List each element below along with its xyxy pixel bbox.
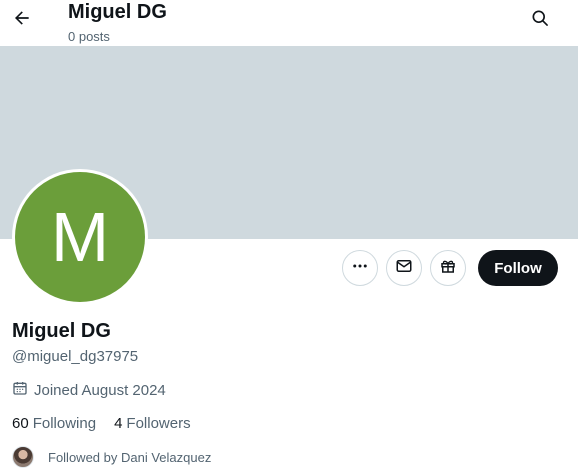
gift-button[interactable] [430,250,466,286]
mail-icon [395,257,413,280]
search-icon [530,8,550,33]
profile-handle: @miguel_dg37975 [12,348,139,365]
following-link[interactable]: 60 Following [12,415,96,432]
joined-date: Joined August 2024 [12,380,166,400]
arrow-left-icon [12,8,32,33]
followers-count: 4 [114,415,123,432]
joined-text: Joined August 2024 [34,381,166,399]
follow-button[interactable]: Follow [478,250,558,286]
profile-name: Miguel DG [12,320,111,342]
profile-header: Miguel DG 0 posts [0,0,578,46]
header-title-block: Miguel DG 0 posts [68,0,167,46]
search-button[interactable] [524,4,556,36]
post-count: 0 posts [68,29,110,44]
followed-by-link[interactable]: Followed by Dani Velazquez [12,446,211,468]
profile-actions: Follow [342,250,558,286]
following-count: 60 [12,415,29,432]
calendar-icon [12,380,28,400]
avatar[interactable]: M [12,169,148,305]
profile-stats: 60 Following 4 Followers [12,415,191,432]
message-button[interactable] [386,250,422,286]
avatar-letter: M [15,172,145,302]
header-title: Miguel DG [68,1,167,23]
more-button[interactable] [342,250,378,286]
more-icon [351,257,369,280]
followers-link[interactable]: 4 Followers [114,415,191,432]
gift-icon [439,257,457,280]
back-button[interactable] [6,4,38,36]
followed-by-text: Followed by Dani Velazquez [48,449,212,465]
follower-avatar [12,446,34,468]
followers-label: Followers [126,415,191,432]
following-label: Following [32,415,97,432]
